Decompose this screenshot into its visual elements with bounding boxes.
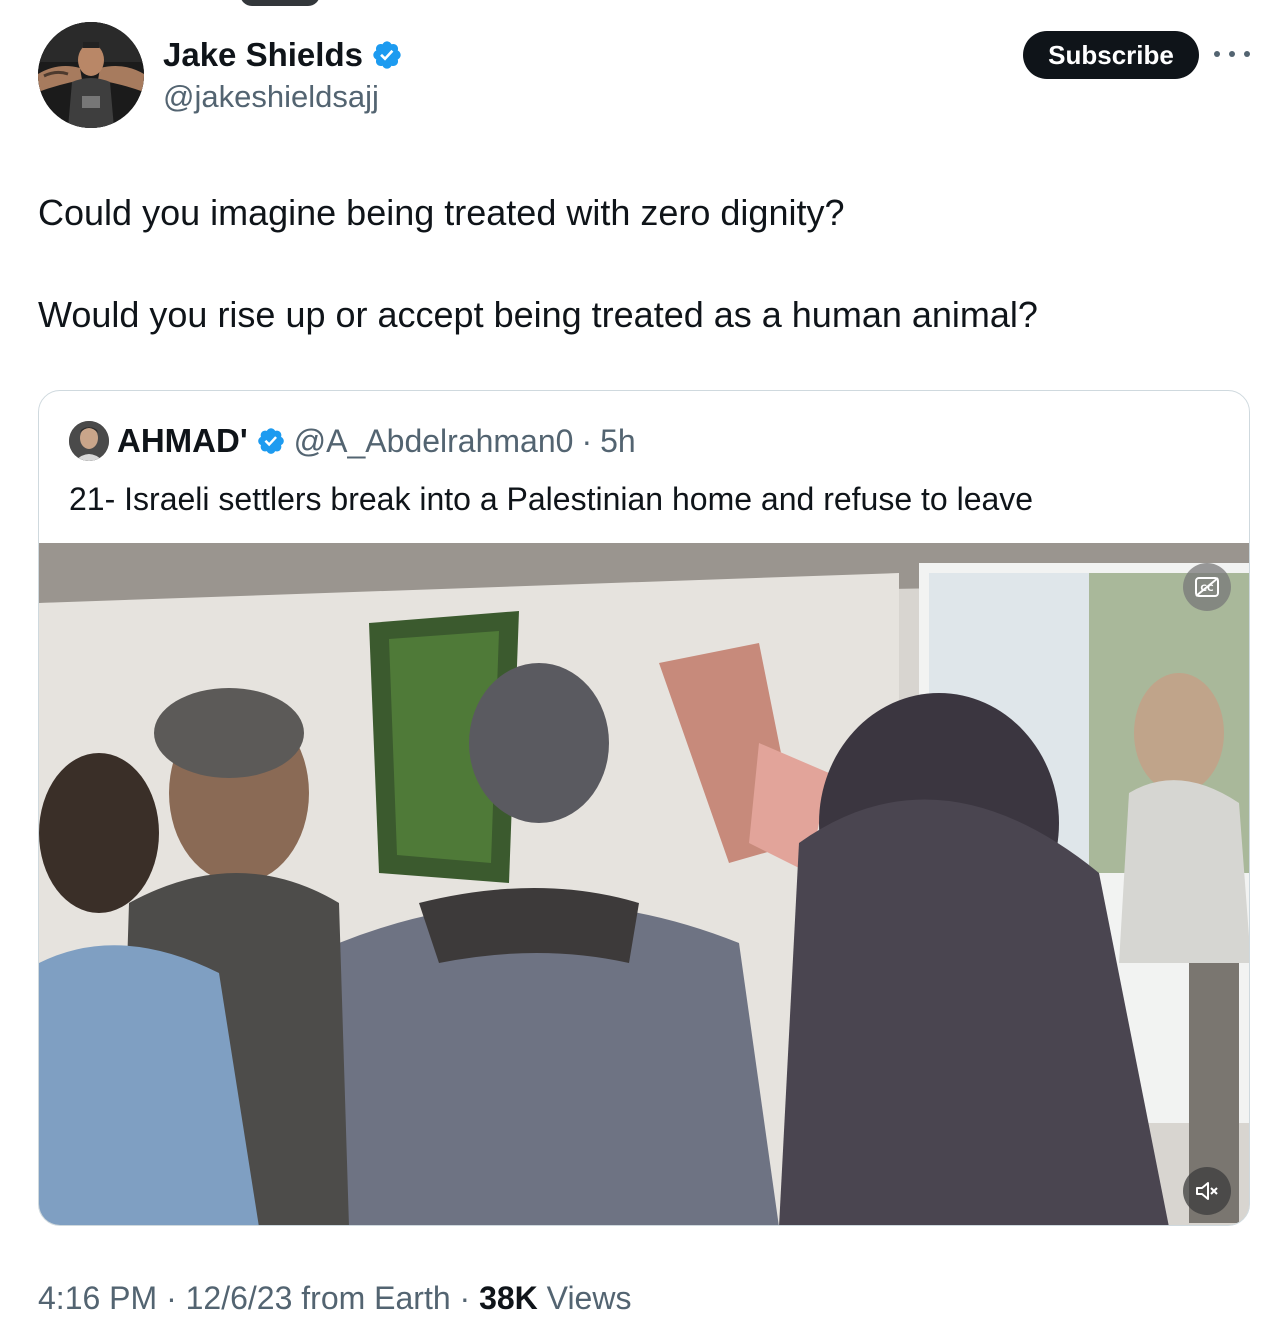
svg-text:CC: CC <box>1200 584 1214 594</box>
separator-dot: · <box>157 1280 186 1316</box>
quoted-author-name[interactable]: AHMAD' <box>117 422 248 460</box>
subscribe-button[interactable]: Subscribe <box>1023 31 1199 79</box>
quoted-tweet-header: AHMAD' @A_Abdelrahman0 · 5h <box>69 421 636 461</box>
video-player[interactable]: CC <box>39 543 1249 1225</box>
author-handle[interactable]: @jakeshieldsajj <box>163 78 379 116</box>
tweet-paragraph: Would you rise up or accept being treate… <box>38 294 1038 335</box>
tweet-page: Jake Shields @jakeshieldsajj Subscribe C… <box>0 0 1288 1339</box>
quoted-tweet-text: 21- Israeli settlers break into a Palest… <box>69 481 1034 517</box>
video-frame <box>39 543 1249 1225</box>
tweet-metadata: 4:16 PM · 12/6/23 from Earth · 38K Views <box>38 1278 631 1318</box>
more-dot <box>1244 51 1250 57</box>
verified-badge-icon <box>257 428 284 454</box>
views-label: Views <box>537 1280 632 1316</box>
author-name[interactable]: Jake Shields <box>163 36 363 74</box>
views-count: 38K <box>479 1280 538 1316</box>
previous-content-remnant <box>240 0 320 6</box>
separator-dot: · <box>450 1280 480 1316</box>
more-dot <box>1214 51 1220 57</box>
quoted-author-handle[interactable]: @A_Abdelrahman0 <box>294 423 574 460</box>
tweet-date-source[interactable]: 12/6/23 from Earth <box>186 1278 451 1318</box>
author-name-row[interactable]: Jake Shields <box>163 36 403 74</box>
quoted-author-avatar[interactable] <box>69 421 109 461</box>
tweet-time[interactable]: 4:16 PM <box>38 1278 157 1318</box>
author-avatar[interactable] <box>38 22 144 128</box>
separator-dot: · <box>581 422 593 459</box>
captions-icon[interactable]: CC <box>1183 563 1231 611</box>
more-dot <box>1229 51 1235 57</box>
quoted-tweet-card[interactable]: AHMAD' @A_Abdelrahman0 · 5h 21- Israeli … <box>38 390 1250 1226</box>
tweet-header: Jake Shields @jakeshieldsajj Subscribe <box>38 22 1250 132</box>
tweet-text: Could you imagine being treated with zer… <box>38 190 1250 338</box>
quoted-tweet-time[interactable]: 5h <box>600 423 636 460</box>
mute-icon[interactable] <box>1183 1167 1231 1215</box>
tweet-paragraph: Could you imagine being treated with zer… <box>38 192 845 233</box>
verified-badge-icon <box>373 41 401 69</box>
more-options-icon[interactable] <box>1214 40 1250 68</box>
